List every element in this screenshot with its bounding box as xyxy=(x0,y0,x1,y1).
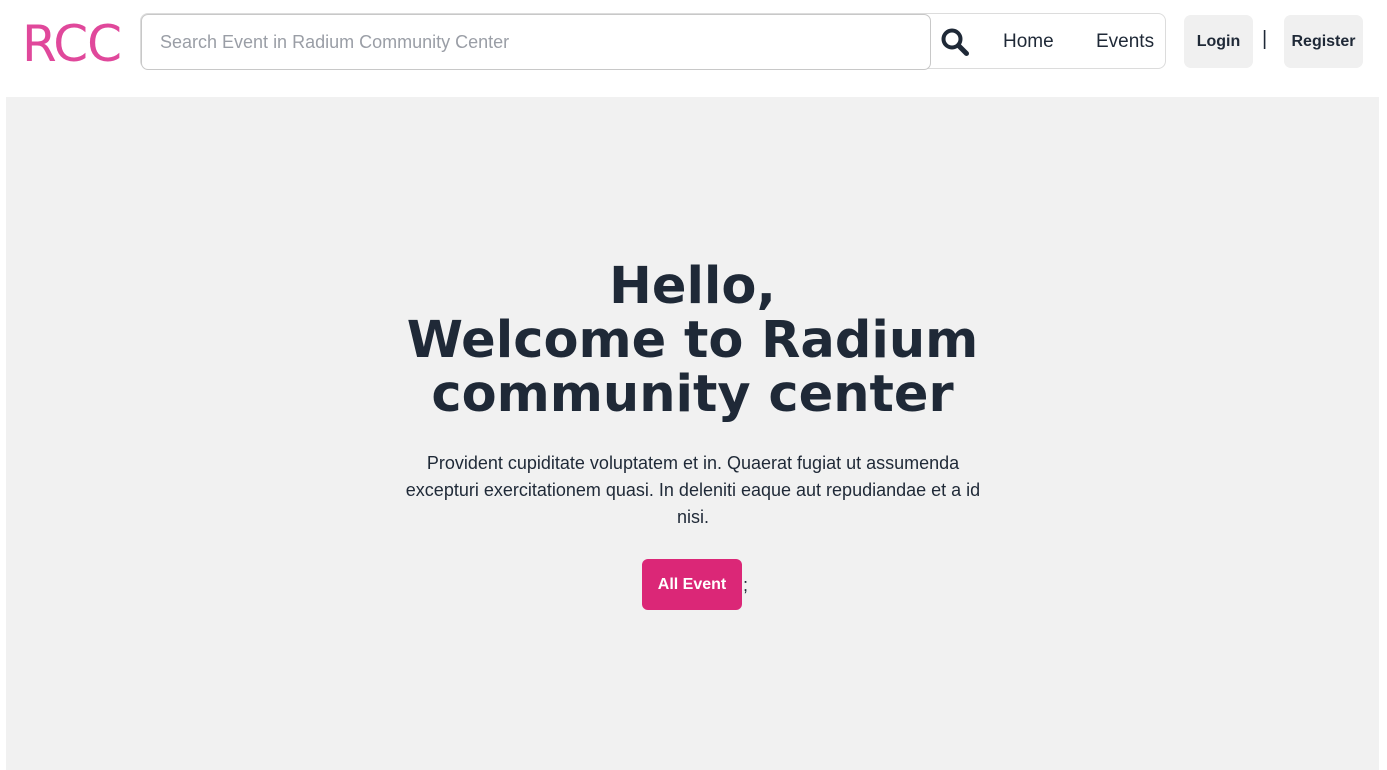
nav-home-link[interactable]: Home xyxy=(1003,14,1054,70)
hero-section: Hello, Welcome to Radium community cente… xyxy=(6,97,1379,770)
nav-events-link[interactable]: Events xyxy=(1096,14,1154,70)
hero-description: Provident cupiditate voluptatem et in. Q… xyxy=(405,453,981,527)
all-event-button[interactable]: All Event xyxy=(642,559,742,610)
search-bar: Home Events xyxy=(140,13,1166,70)
cta-wrapper: All Event ; xyxy=(642,559,748,610)
logo[interactable]: RCC xyxy=(22,16,122,72)
navbar: RCC Home Events Login | Register xyxy=(0,0,1387,97)
login-button[interactable]: Login xyxy=(1184,15,1253,68)
register-button[interactable]: Register xyxy=(1284,15,1363,68)
stray-semicolon: ; xyxy=(743,575,749,595)
hero-title-line: Hello, xyxy=(609,257,776,316)
search-input[interactable] xyxy=(141,14,931,70)
hero-title: Hello, Welcome to Radium community cente… xyxy=(6,260,1379,422)
search-button[interactable] xyxy=(937,23,973,61)
hero-title-line: community center xyxy=(431,365,954,424)
search-icon xyxy=(941,28,969,56)
auth-divider: | xyxy=(1262,28,1268,50)
hero-title-line: Welcome to Radium xyxy=(406,311,979,370)
